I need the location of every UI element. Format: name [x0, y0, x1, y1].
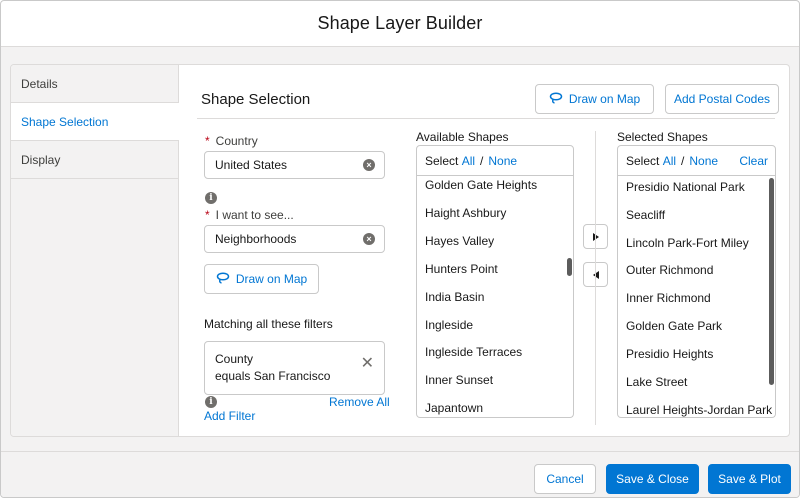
- separator: /: [480, 153, 484, 168]
- see-value: Neighborhoods: [215, 232, 297, 246]
- list-item[interactable]: Seacliff: [626, 208, 665, 222]
- list-item[interactable]: India Basin: [425, 290, 484, 304]
- country-label: * Country: [205, 134, 258, 148]
- clear-icon[interactable]: ×: [363, 159, 375, 171]
- tab-shape-selection[interactable]: Shape Selection: [11, 103, 179, 141]
- filter-condition: equals San Francisco: [215, 369, 331, 383]
- available-select-bar: Select All / None: [416, 145, 574, 176]
- required-marker: *: [205, 208, 210, 222]
- selected-select-bar: Select All / None Clear: [617, 145, 776, 176]
- filter-field: County: [215, 352, 254, 366]
- list-item[interactable]: Hayes Valley: [425, 234, 494, 248]
- selected-shapes-list[interactable]: Presidio National Park Seacliff Lincoln …: [617, 176, 776, 418]
- select-none-link[interactable]: None: [488, 154, 517, 168]
- tab-label: Details: [21, 76, 58, 91]
- list-item[interactable]: Laurel Heights-Jordan Park: [626, 403, 772, 417]
- list-item[interactable]: Inner Sunset: [425, 373, 493, 387]
- add-postal-codes-button[interactable]: Add Postal Codes: [665, 84, 779, 114]
- list-item[interactable]: Golden Gate Park: [626, 319, 722, 333]
- modal-title: Shape Layer Builder: [317, 13, 483, 33]
- available-scrollbar[interactable]: [567, 258, 572, 276]
- see-field[interactable]: Neighborhoods ×: [204, 225, 385, 253]
- button-label: Save & Plot: [718, 472, 781, 486]
- list-item[interactable]: Ingleside: [425, 318, 473, 332]
- tab-label: Display: [21, 152, 61, 167]
- button-label: Add Postal Codes: [673, 92, 771, 106]
- select-label: Select: [626, 153, 660, 168]
- selected-shapes-heading: Selected Shapes: [617, 130, 708, 144]
- list-item[interactable]: Haight Ashbury: [425, 206, 506, 220]
- tab-display[interactable]: Display: [11, 141, 178, 179]
- list-item[interactable]: Inner Richmond: [626, 291, 711, 305]
- builder-card: Details Shape Selection Display Shape Se…: [10, 64, 790, 437]
- save-close-button[interactable]: Save & Close: [606, 464, 699, 494]
- list-item[interactable]: Presidio Heights: [626, 347, 713, 361]
- modal-footer: Cancel Save & Close Save & Plot: [1, 451, 799, 497]
- list-item[interactable]: Lincoln Park-Fort Miley: [626, 236, 749, 250]
- column-divider: [595, 131, 596, 425]
- list-item[interactable]: Lake Street: [626, 375, 687, 389]
- cancel-button[interactable]: Cancel: [534, 464, 596, 494]
- vertical-tabs: Details Shape Selection Display: [11, 65, 179, 436]
- filters-label: Matching all these filters: [204, 317, 333, 331]
- clear-link[interactable]: Clear: [739, 154, 768, 168]
- tab-label: Shape Selection: [21, 114, 109, 129]
- select-all-link[interactable]: All: [663, 154, 676, 168]
- close-icon[interactable]: ✕: [361, 356, 374, 372]
- button-label: Cancel: [546, 472, 584, 486]
- button-label: Save & Close: [616, 472, 689, 486]
- lasso-icon: [549, 91, 563, 107]
- remove-all-link[interactable]: Remove All: [329, 395, 390, 409]
- draw-on-map-button[interactable]: Draw on Map: [204, 264, 319, 294]
- see-label-text: I want to see...: [215, 208, 294, 222]
- button-label: Draw on Map: [235, 272, 308, 286]
- select-label: Select: [425, 153, 459, 168]
- tab-details[interactable]: Details: [11, 65, 178, 103]
- clear-icon[interactable]: ×: [363, 233, 375, 245]
- lasso-icon: [216, 271, 230, 287]
- section-title: Shape Selection: [201, 91, 311, 108]
- modal-header: Shape Layer Builder: [1, 1, 799, 47]
- section-divider: [197, 118, 775, 119]
- select-all-link[interactable]: All: [462, 154, 475, 168]
- save-plot-button[interactable]: Save & Plot: [708, 464, 791, 494]
- list-item[interactable]: Hunters Point: [425, 262, 498, 276]
- list-item[interactable]: Japantown: [425, 401, 483, 415]
- shape-layer-builder-modal: Shape Layer Builder Details Shape Select…: [0, 0, 800, 498]
- add-filter-link[interactable]: Add Filter: [204, 409, 255, 423]
- country-value: United States: [215, 158, 288, 172]
- draw-on-map-top-button[interactable]: Draw on Map: [535, 84, 654, 114]
- list-item[interactable]: Presidio National Park: [626, 180, 745, 194]
- separator: /: [681, 153, 685, 168]
- info-icon[interactable]: i: [205, 192, 217, 204]
- required-marker: *: [205, 134, 210, 148]
- button-label: Draw on Map: [568, 92, 641, 106]
- modal-body: Details Shape Selection Display Shape Se…: [1, 47, 799, 451]
- select-none-link[interactable]: None: [689, 154, 718, 168]
- country-label-text: Country: [215, 134, 258, 148]
- country-field[interactable]: United States ×: [204, 151, 385, 179]
- filter-pill[interactable]: County equals San Francisco ✕: [204, 341, 385, 395]
- available-shapes-heading: Available Shapes: [416, 130, 509, 144]
- info-icon[interactable]: i: [205, 396, 217, 408]
- available-shapes-list[interactable]: Golden Gate Heights Haight Ashbury Hayes…: [416, 176, 574, 418]
- list-item[interactable]: Golden Gate Heights: [425, 178, 537, 192]
- see-label: * I want to see...: [205, 208, 294, 222]
- list-item[interactable]: Outer Richmond: [626, 263, 713, 277]
- selected-scrollbar[interactable]: [769, 178, 774, 385]
- shape-selection-panel: Shape Selection Draw on Map Add Postal C…: [179, 65, 789, 436]
- list-item[interactable]: Ingleside Terraces: [425, 345, 522, 359]
